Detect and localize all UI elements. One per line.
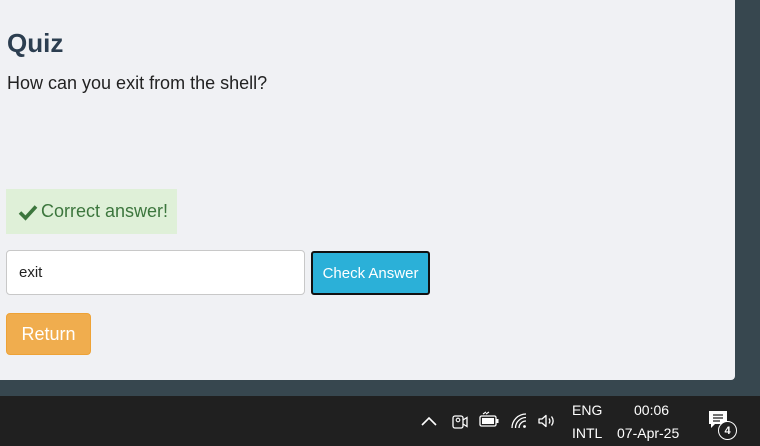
clock-time[interactable]: 00:06: [634, 402, 669, 419]
chevron-up-icon[interactable]: [418, 410, 440, 432]
notification-count-badge: 4: [718, 421, 737, 440]
check-answer-button[interactable]: Check Answer: [311, 251, 430, 295]
feedback-text: Correct answer!: [41, 201, 169, 221]
checkmark-icon: [18, 202, 38, 222]
quiz-panel: Quiz How can you exit from the shell? Co…: [0, 0, 735, 380]
language-indicator-top[interactable]: ENG: [572, 402, 602, 419]
clock-date[interactable]: 07-Apr-25: [617, 425, 679, 442]
battery-icon[interactable]: [478, 410, 500, 432]
answer-input[interactable]: [6, 250, 305, 295]
feedback-alert: Correct answer!: [6, 189, 177, 234]
volume-icon[interactable]: [536, 410, 558, 432]
page-title: Quiz: [7, 28, 64, 58]
meet-now-icon[interactable]: [449, 410, 471, 432]
wifi-icon[interactable]: [508, 410, 530, 432]
return-button[interactable]: Return: [6, 313, 91, 355]
question-text: How can you exit from the shell?: [7, 73, 268, 93]
language-indicator-bottom[interactable]: INTL: [572, 425, 602, 442]
